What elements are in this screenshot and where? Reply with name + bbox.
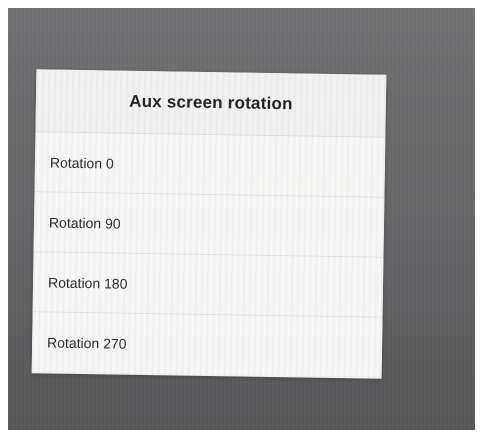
option-label: Rotation 270 [47, 333, 127, 352]
dialog-header: Aux screen rotation [35, 69, 387, 138]
rotation-option-list: Rotation 0 Rotation 90 Rotation 180 Rota… [31, 132, 386, 377]
option-label: Rotation 90 [48, 213, 121, 232]
photo-frame: Aux screen rotation Rotation 0 Rotation … [0, 0, 483, 438]
option-rotation-270[interactable]: Rotation 270 [31, 312, 383, 377]
rotation-dialog: Aux screen rotation Rotation 0 Rotation … [31, 69, 387, 379]
option-label: Rotation 0 [49, 153, 114, 171]
dialog-title: Aux screen rotation [129, 91, 293, 114]
option-rotation-90[interactable]: Rotation 90 [33, 192, 385, 258]
option-label: Rotation 180 [47, 273, 128, 292]
option-rotation-0[interactable]: Rotation 0 [34, 132, 386, 198]
screen-background: Aux screen rotation Rotation 0 Rotation … [8, 8, 475, 430]
option-rotation-180[interactable]: Rotation 180 [32, 252, 384, 318]
